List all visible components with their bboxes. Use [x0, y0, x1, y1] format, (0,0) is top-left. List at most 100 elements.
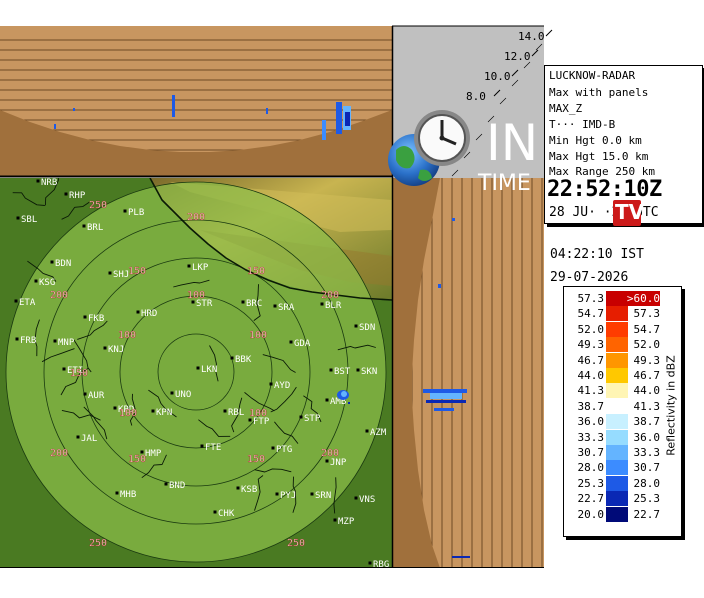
range-label: 150 — [128, 266, 146, 277]
station-label: SRN — [315, 491, 331, 501]
legend-row: 38.7 41.3 — [564, 398, 664, 414]
legend-swatch — [606, 460, 628, 476]
range-label: 100 — [249, 330, 267, 341]
legend-swatch — [606, 306, 628, 322]
legend-low: 44.0 — [577, 369, 605, 382]
legend-swatch — [606, 368, 628, 383]
ist-time: 04:22:10 IST — [550, 247, 644, 262]
station-label: BDN — [55, 259, 71, 269]
legend-high: 41.3 — [633, 399, 661, 413]
legend-low: 28.0 — [577, 461, 605, 475]
max-height: Max Hgt 15.0 km — [549, 150, 649, 163]
legend-swatch — [606, 491, 628, 507]
legend-row: 30.7 33.3 — [564, 445, 664, 460]
legend-low: 52.0 — [577, 322, 605, 336]
legend-swatch — [606, 352, 628, 368]
legend-low: 41.3 — [577, 384, 605, 398]
range-label: 250 — [89, 538, 107, 549]
radar-display: NRB RHP SBL BRL PLB KSG BDN SHJ LKP ETA FKB HRD STR B… — [0, 0, 704, 594]
station-label: KSG — [39, 278, 55, 288]
product-desc: Max with panels — [549, 86, 649, 99]
height-label: 14.0 — [518, 30, 545, 43]
legend-row: 49.3 52.0 — [564, 337, 664, 353]
height-label: 8.0 — [466, 90, 486, 103]
legend-row: 41.3 44.0 — [564, 383, 664, 399]
station-label: BRC — [246, 299, 262, 309]
legend-high: >60.0 — [624, 291, 660, 306]
station-label: MZP — [338, 517, 355, 527]
station-label: HMP — [145, 449, 162, 459]
legend-high: 25.3 — [633, 492, 661, 506]
station-label: RBL — [228, 408, 244, 418]
station-label: BBK — [235, 355, 252, 365]
legend-swatch — [606, 398, 628, 414]
station-label: PTG — [276, 445, 292, 455]
legend-high: 44.0 — [633, 384, 661, 398]
ist-date: 29-07-2026 — [550, 270, 629, 285]
range-label: 100 — [249, 408, 267, 419]
data-source: T··· IMD-B — [549, 118, 616, 131]
station-label: UNO — [175, 390, 191, 400]
legend-high: 52.0 — [633, 338, 661, 352]
legend-row: 52.0 54.7 — [564, 321, 664, 337]
legend-row: 46.7 49.3 — [564, 352, 664, 368]
station-label: KSB — [241, 485, 257, 495]
min-height: Min Hgt 0.0 km — [549, 134, 642, 147]
watermark-large: IN — [486, 114, 538, 172]
station-label: LKP — [192, 263, 209, 273]
station-label: BST — [334, 367, 351, 377]
station-label: PLB — [128, 208, 144, 218]
station-label: SBL — [21, 215, 37, 225]
station-label: BLR — [325, 301, 342, 311]
top-height-panel — [0, 26, 392, 176]
station-label: KPN — [156, 408, 172, 418]
watermark-small: TIME — [477, 171, 531, 196]
echo-top-1 — [172, 95, 175, 117]
legend-row: 36.0 38.7 — [564, 414, 664, 430]
range-label: 150 — [70, 368, 88, 379]
legend-swatch — [606, 475, 628, 491]
legend-low: 36.0 — [577, 415, 605, 429]
legend-swatch — [606, 383, 628, 399]
map-panel: NRBRHPSBLBRLPLBKSGBDNSHJLKPETAFKB HRDSTR B… — [0, 178, 392, 570]
legend-high: 36.0 — [633, 430, 661, 444]
station-label: JNP — [330, 458, 347, 468]
legend-swatch — [606, 414, 628, 430]
legend-low: 25.3 — [577, 476, 605, 490]
product-name: MAX_Z — [549, 102, 583, 115]
legend-title: Reflectivity in dBZ — [664, 355, 678, 456]
station-label: FKB — [88, 314, 104, 324]
legend-low: 38.7 — [577, 399, 605, 413]
legend-high: 54.7 — [633, 322, 661, 336]
station-label: RBG — [373, 560, 389, 570]
station-label: AZM — [370, 428, 387, 438]
range-label: 200 — [321, 290, 339, 301]
legend-low: 30.7 — [577, 446, 605, 459]
station-label: RHP — [69, 191, 86, 201]
legend-high: 33.3 — [633, 446, 661, 459]
tv-badge-label: TV — [615, 200, 645, 224]
legend-swatch — [606, 337, 628, 353]
range-label: 250 — [89, 200, 107, 211]
station-label: AYD — [274, 381, 290, 391]
legend-high: 30.7 — [633, 461, 661, 475]
station-label: SRA — [278, 303, 295, 313]
legend-low: 33.3 — [577, 430, 605, 444]
range-label: 200 — [50, 290, 68, 301]
legend-row: 22.7 25.3 — [564, 491, 664, 507]
height-label: 12.0 — [504, 50, 531, 63]
range-label: 100 — [118, 330, 136, 341]
legend-low: 46.7 — [577, 353, 605, 367]
legend-low: 22.7 — [577, 492, 605, 506]
range-label: 150 — [247, 266, 265, 277]
legend-high: 57.3 — [633, 307, 661, 321]
range-label: 200 — [321, 448, 339, 459]
station-label: SKN — [361, 367, 377, 377]
range-label: 200 — [187, 212, 205, 223]
height-label: 10.0 — [484, 70, 511, 83]
station-label: CHK — [218, 509, 235, 519]
station-label: VNS — [359, 495, 375, 505]
legend-low: 20.0 — [577, 507, 605, 521]
range-label: 150 — [128, 454, 146, 465]
station-label: KNJ — [108, 345, 124, 355]
